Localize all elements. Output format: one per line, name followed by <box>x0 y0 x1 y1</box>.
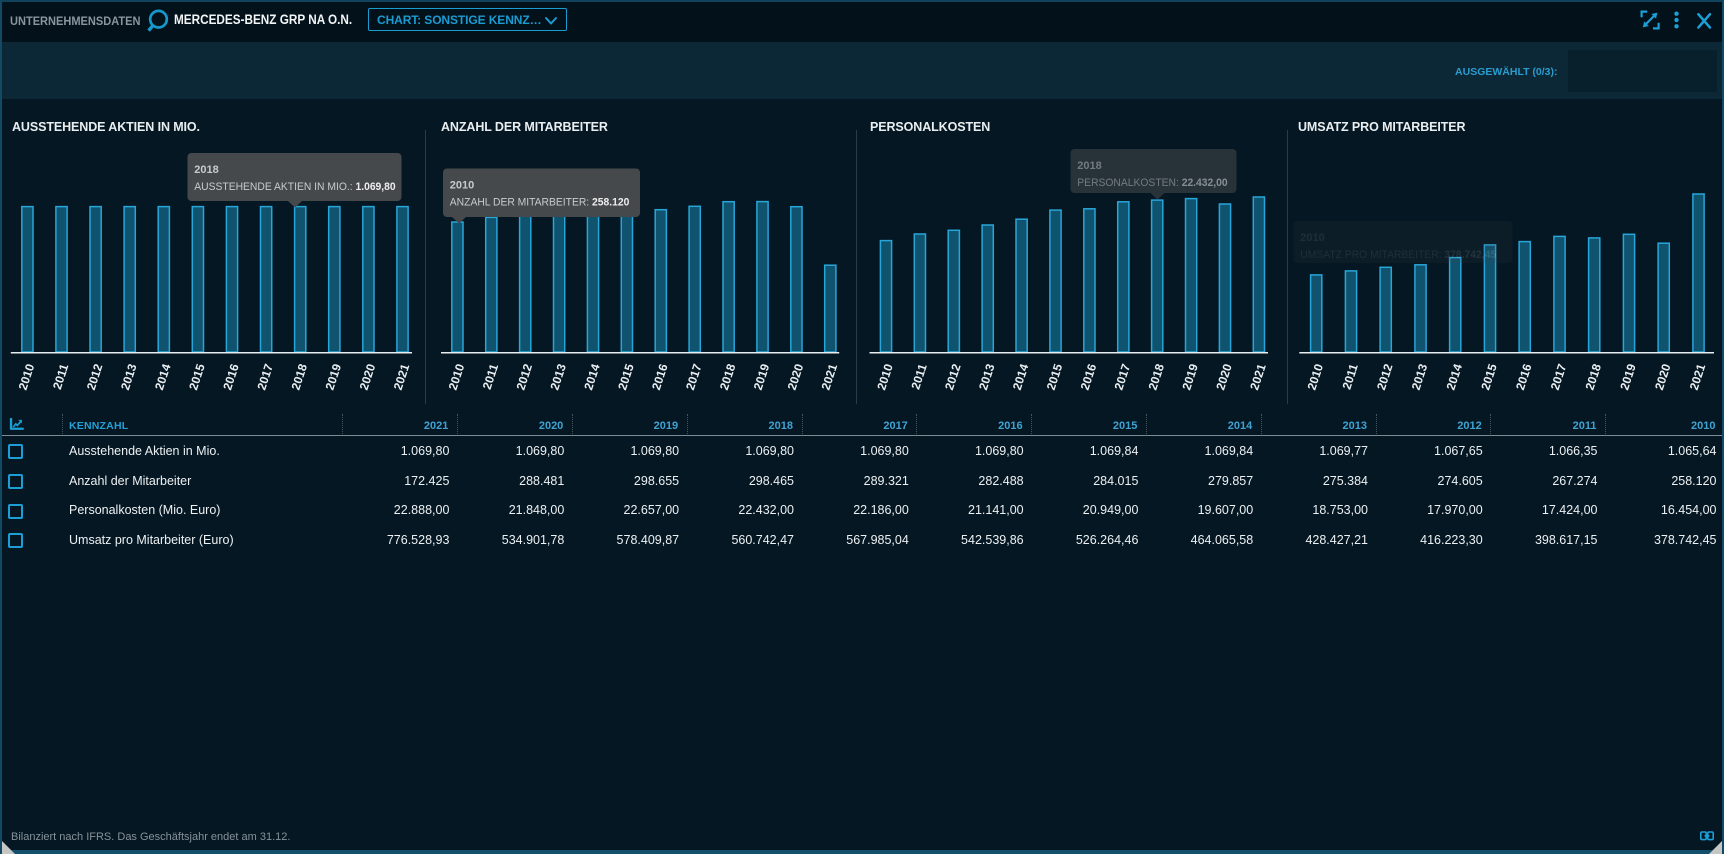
svg-text:2012: 2012 <box>942 362 964 392</box>
svg-text:2012: 2012 <box>84 362 106 392</box>
svg-text:2011: 2011 <box>480 362 501 391</box>
svg-text:2021: 2021 <box>1687 362 1709 392</box>
svg-text:PERSONALKOSTEN: 22.432,00: PERSONALKOSTEN: 22.432,00 <box>1077 177 1227 189</box>
svg-text:2018: 2018 <box>194 164 218 176</box>
svg-text:2013: 2013 <box>976 362 998 392</box>
svg-text:2020: 2020 <box>785 362 807 392</box>
svg-text:2019: 2019 <box>1617 362 1639 392</box>
svg-text:2010: 2010 <box>446 362 468 392</box>
svg-text:UMSATZ PRO MITARBEITER: 378.74: UMSATZ PRO MITARBEITER: 378.742,45 <box>1300 249 1496 261</box>
svg-text:2020: 2020 <box>357 362 379 392</box>
svg-text:ANZAHL DER MITARBEITER: 258.12: ANZAHL DER MITARBEITER: 258.120 <box>450 196 630 208</box>
svg-text:2010: 2010 <box>16 362 38 392</box>
svg-text:2017: 2017 <box>1548 362 1570 392</box>
svg-text:2010: 2010 <box>1304 362 1326 392</box>
svg-text:2018: 2018 <box>1145 362 1167 392</box>
svg-text:2018: 2018 <box>288 362 310 392</box>
svg-text:2013: 2013 <box>547 362 569 392</box>
svg-text:2010: 2010 <box>1300 232 1324 244</box>
svg-text:2014: 2014 <box>581 362 603 392</box>
svg-text:2010: 2010 <box>450 180 474 192</box>
svg-text:2015: 2015 <box>615 362 637 392</box>
svg-text:2014: 2014 <box>1010 362 1032 392</box>
svg-text:2016: 2016 <box>1078 362 1100 392</box>
svg-text:2011: 2011 <box>1339 362 1360 391</box>
svg-text:2018: 2018 <box>1582 362 1604 392</box>
svg-text:2021: 2021 <box>1247 362 1269 392</box>
svg-text:2019: 2019 <box>751 362 773 392</box>
svg-text:2010: 2010 <box>874 362 896 392</box>
svg-text:AUSSTEHENDE AKTIEN IN MIO.: 1.: AUSSTEHENDE AKTIEN IN MIO.: 1.069,80 <box>194 181 395 193</box>
svg-text:ANZAHL DER MITARBEITER: ANZAHL DER MITARBEITER <box>441 120 608 134</box>
svg-text:2012: 2012 <box>513 362 535 392</box>
svg-text:2017: 2017 <box>683 362 705 392</box>
svg-text:2019: 2019 <box>323 362 345 392</box>
svg-text:2015: 2015 <box>186 362 208 392</box>
svg-text:2018: 2018 <box>1077 160 1101 172</box>
svg-text:2016: 2016 <box>1513 362 1535 392</box>
svg-text:PERSONALKOSTEN: PERSONALKOSTEN <box>870 120 990 134</box>
svg-text:2021: 2021 <box>819 362 841 392</box>
svg-text:2016: 2016 <box>220 362 242 392</box>
svg-text:2020: 2020 <box>1213 362 1235 392</box>
svg-text:2015: 2015 <box>1044 362 1066 392</box>
svg-text:2017: 2017 <box>254 362 276 392</box>
svg-text:2011: 2011 <box>50 362 71 391</box>
svg-text:AUSSTEHENDE AKTIEN IN MIO.: AUSSTEHENDE AKTIEN IN MIO. <box>12 120 200 134</box>
svg-text:2019: 2019 <box>1179 362 1201 392</box>
svg-text:2014: 2014 <box>152 362 174 392</box>
svg-text:2013: 2013 <box>118 362 140 392</box>
svg-text:2013: 2013 <box>1409 362 1431 392</box>
svg-text:2012: 2012 <box>1374 362 1396 392</box>
svg-text:2011: 2011 <box>908 362 929 391</box>
svg-text:2020: 2020 <box>1652 362 1674 392</box>
svg-text:2016: 2016 <box>649 362 671 392</box>
svg-text:2021: 2021 <box>391 362 413 392</box>
svg-text:2017: 2017 <box>1112 362 1134 392</box>
svg-text:UMSATZ PRO MITARBEITER: UMSATZ PRO MITARBEITER <box>1298 120 1466 134</box>
svg-text:2014: 2014 <box>1443 362 1465 392</box>
svg-text:2015: 2015 <box>1478 362 1500 392</box>
svg-text:2018: 2018 <box>717 362 739 392</box>
